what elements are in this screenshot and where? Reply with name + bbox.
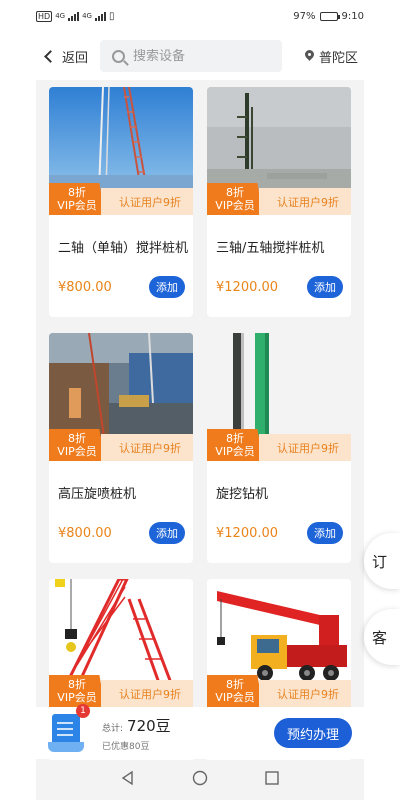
- network-label-1: 4G: [55, 12, 66, 20]
- order-float-label: 订: [372, 552, 388, 571]
- vip-label: VIP会员: [57, 445, 97, 458]
- nav-home-icon[interactable]: [192, 770, 208, 790]
- order-float-button[interactable]: 订: [364, 533, 400, 589]
- vip-badge: 8折 VIP会员: [207, 429, 263, 461]
- product-image-crawler-crane: [49, 579, 193, 683]
- product-grid: 8折 VIP会员 认证用户9折 二轴（单轴）搅拌桩机 ¥800.00 添加 8折…: [49, 87, 351, 760]
- vip-label: VIP会员: [57, 199, 97, 212]
- vip-discount: 8折: [68, 432, 86, 445]
- status-left: HD 4G 4G ▯: [36, 10, 115, 22]
- product-title: 三轴/五轴搅拌桩机: [216, 241, 325, 256]
- vip-discount: 8折: [226, 432, 244, 445]
- header: 返回 普陀区: [36, 36, 364, 76]
- vibrate-icon: ▯: [108, 10, 115, 22]
- add-button[interactable]: 添加: [149, 276, 185, 298]
- discount-badges: 8折 VIP会员 认证用户9折: [207, 429, 351, 461]
- product-image-pile-rig: [49, 87, 193, 191]
- vip-badge: 8折 VIP会员: [207, 183, 263, 215]
- product-card[interactable]: 8折 VIP会员 认证用户9折 二轴（单轴）搅拌桩机 ¥800.00 添加: [49, 87, 193, 317]
- product-price: ¥1200.00: [216, 280, 279, 295]
- cert-badge: 认证用户9折: [101, 434, 193, 461]
- cart-button[interactable]: 1: [48, 704, 90, 756]
- location-label: 普陀区: [318, 50, 358, 66]
- product-card[interactable]: 8折 VIP会员 认证用户9折 三轴/五轴搅拌桩机 ¥1200.00 添加: [207, 87, 351, 317]
- search-input[interactable]: [133, 48, 263, 64]
- vip-label: VIP会员: [215, 445, 255, 458]
- clock: 9:10: [341, 10, 364, 22]
- vip-badge: 8折 VIP会员: [49, 429, 105, 461]
- total-line: 总计: 720豆: [102, 715, 171, 736]
- discount-badges: 8折 VIP会员 认证用户9折: [49, 675, 193, 707]
- product-title: 二轴（单轴）搅拌桩机: [58, 241, 189, 256]
- cert-badge: 认证用户9折: [101, 188, 193, 215]
- add-button[interactable]: 添加: [307, 276, 343, 298]
- status-bar: HD 4G 4G ▯ 97% 9:10: [36, 0, 364, 32]
- service-float-label: 客: [372, 628, 388, 647]
- discount-text: 已优惠80豆: [102, 741, 150, 752]
- service-float-button[interactable]: 客: [364, 609, 400, 665]
- back-label: 返回: [62, 50, 89, 66]
- signal-icon: [68, 11, 80, 21]
- nav-recent-icon[interactable]: [264, 770, 280, 790]
- signal-icon-2: [94, 11, 106, 21]
- vip-badge: 8折 VIP会员: [49, 675, 105, 707]
- location-selector[interactable]: 普陀区: [305, 47, 364, 66]
- status-right: 97% 9:10: [293, 11, 364, 22]
- product-image-construction-site: [49, 333, 193, 437]
- cert-badge: 认证用户9折: [259, 680, 351, 707]
- product-image-pile-rig: [207, 87, 351, 191]
- cert-badge: 认证用户9折: [259, 434, 351, 461]
- search-box[interactable]: [100, 40, 282, 72]
- product-title: 旋挖钻机: [216, 487, 269, 502]
- vip-discount: 8折: [226, 186, 244, 199]
- product-title: 高压旋喷桩机: [58, 487, 137, 502]
- discount-badges: 8折 VIP会员 认证用户9折: [207, 675, 351, 707]
- vip-label: VIP会员: [215, 691, 255, 704]
- discount-badges: 8折 VIP会员 认证用户9折: [207, 183, 351, 215]
- vip-discount: 8折: [226, 678, 244, 691]
- battery-percent: 97%: [293, 10, 316, 22]
- vip-discount: 8折: [68, 678, 86, 691]
- vip-badge: 8折 VIP会员: [49, 183, 105, 215]
- chevron-left-icon: [44, 49, 57, 63]
- vip-badge: 8折 VIP会员: [207, 675, 263, 707]
- back-button[interactable]: 返回: [36, 47, 100, 66]
- product-list-area[interactable]: 8折 VIP会员 认证用户9折 二轴（单轴）搅拌桩机 ¥800.00 添加 8折…: [36, 80, 364, 760]
- cart-icon-base: [48, 742, 84, 752]
- discount-badges: 8折 VIP会员 认证用户9折: [49, 183, 193, 215]
- add-button[interactable]: 添加: [149, 522, 185, 544]
- vip-discount: 8折: [68, 186, 86, 199]
- bottom-checkout-bar: 1 总计: 720豆 已优惠80豆 预约办理: [36, 704, 364, 759]
- total-value: 720豆: [127, 716, 171, 735]
- product-price: ¥1200.00: [216, 526, 279, 541]
- product-price: ¥800.00: [58, 280, 112, 295]
- app-screen: HD 4G 4G ▯ 97% 9:10 返回 普陀区: [0, 0, 400, 800]
- system-nav-bar: [36, 760, 364, 800]
- total-summary: 总计: 720豆 已优惠80豆: [102, 715, 171, 752]
- total-label: 总计:: [102, 723, 124, 734]
- cert-badge: 认证用户9折: [259, 188, 351, 215]
- location-pin-icon: [305, 50, 314, 62]
- product-card[interactable]: 8折 VIP会员 认证用户9折 高压旋喷桩机 ¥800.00 添加: [49, 333, 193, 563]
- network-label-2: 4G: [82, 12, 92, 20]
- nav-back-icon[interactable]: [120, 770, 136, 790]
- vip-label: VIP会员: [57, 691, 97, 704]
- product-price: ¥800.00: [58, 526, 112, 541]
- discount-badges: 8折 VIP会员 认证用户9折: [49, 429, 193, 461]
- book-button[interactable]: 预约办理: [274, 718, 352, 748]
- add-button[interactable]: 添加: [307, 522, 343, 544]
- product-image-truck-crane: [207, 579, 351, 683]
- cart-count-badge: 1: [76, 704, 90, 718]
- vip-label: VIP会员: [215, 199, 255, 212]
- search-icon: [112, 49, 125, 63]
- product-card[interactable]: 8折 VIP会员 认证用户9折 旋挖钻机 ¥1200.00 添加: [207, 333, 351, 563]
- product-image-drill-mast: [207, 333, 351, 437]
- cert-badge: 认证用户9折: [101, 680, 193, 707]
- battery-icon: [319, 11, 340, 21]
- hd-indicator: HD: [36, 10, 53, 22]
